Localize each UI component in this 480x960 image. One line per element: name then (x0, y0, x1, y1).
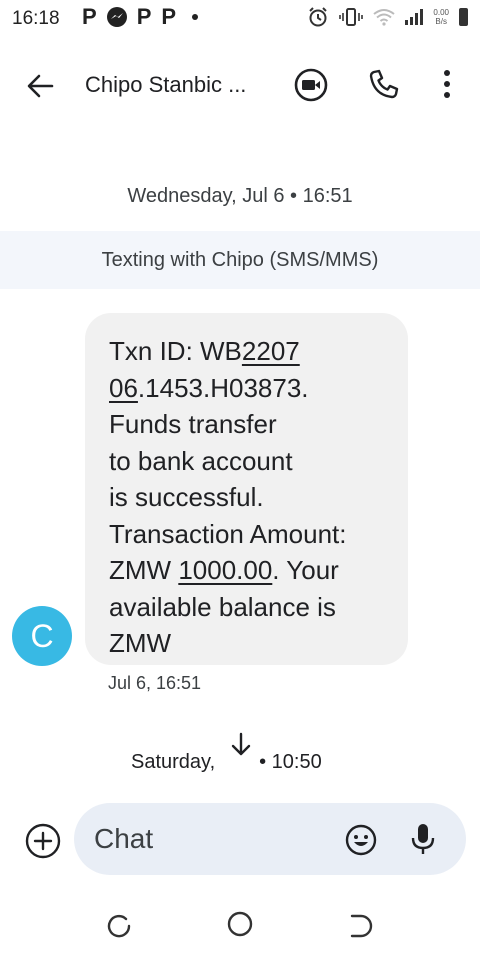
compose-bar (74, 803, 466, 875)
status-time: 16:18 (12, 8, 60, 29)
banner-text: Texting with Chipo (SMS/MMS) (101, 248, 379, 271)
message-line: 06.1453.H03873. (109, 372, 309, 403)
wifi-icon (373, 9, 396, 26)
net-speed: 0.00 B/s (433, 8, 449, 26)
emoji-icon[interactable] (344, 823, 378, 857)
messenger-icon (106, 7, 127, 27)
transaction-id-link[interactable]: 2207 (242, 336, 300, 366)
home-icon[interactable] (225, 909, 255, 939)
phone-icon[interactable] (366, 66, 402, 102)
message-line: ZMW (109, 628, 172, 658)
message-timestamp: Jul 6, 16:51 (108, 673, 202, 693)
battery-icon (459, 8, 468, 26)
texting-banner: Texting with Chipo (SMS/MMS) (0, 231, 480, 289)
message-line: Transaction Amount: (109, 518, 347, 549)
conversation-title[interactable]: Chipo Stanbic ... (85, 72, 246, 98)
signal-icon (405, 9, 424, 25)
more-options-icon[interactable] (432, 66, 462, 102)
chat-input[interactable] (94, 803, 324, 875)
back-arrow-icon[interactable] (22, 68, 58, 104)
message-line: Txn ID: WB2207 (109, 336, 300, 366)
avatar[interactable]: C (12, 606, 72, 666)
notification-icons: P P P (82, 4, 199, 29)
system-nav-bar (0, 895, 480, 960)
vibrate-icon (339, 8, 364, 26)
recents-icon[interactable] (104, 911, 134, 941)
date-header: Wednesday, Jul 6 • 16:51 (127, 185, 353, 207)
system-icons: 0.00 B/s (307, 6, 468, 28)
message-line: ZMW 1000.00. Your (109, 555, 339, 585)
message-line: to bank account (109, 445, 293, 476)
more-notifications-icon (192, 14, 199, 20)
message-line: is successful. (109, 482, 264, 512)
message-line: Funds transfer (109, 409, 277, 439)
message-line: available balance is (109, 591, 336, 622)
video-call-icon[interactable] (292, 66, 330, 104)
app-bar: Chipo Stanbic ... (0, 48, 480, 118)
amount-link[interactable]: 1000.00 (178, 555, 272, 585)
back-nav-icon[interactable] (344, 911, 374, 941)
status-bar: 16:18 P P P 0.00 B/s (0, 0, 480, 36)
scroll-to-bottom-icon[interactable] (224, 728, 258, 762)
p-app-icon: P (136, 4, 152, 29)
add-attachment-icon[interactable] (24, 822, 62, 860)
alarm-icon (309, 7, 328, 27)
p-app-icon: P (82, 4, 97, 29)
message-bubble[interactable]: Txn ID: WB2207 06.1453.H03873. Funds tra… (85, 313, 408, 665)
p-app-icon: P (161, 4, 177, 29)
microphone-icon[interactable] (408, 821, 438, 857)
transaction-id-link[interactable]: 06 (109, 373, 138, 403)
